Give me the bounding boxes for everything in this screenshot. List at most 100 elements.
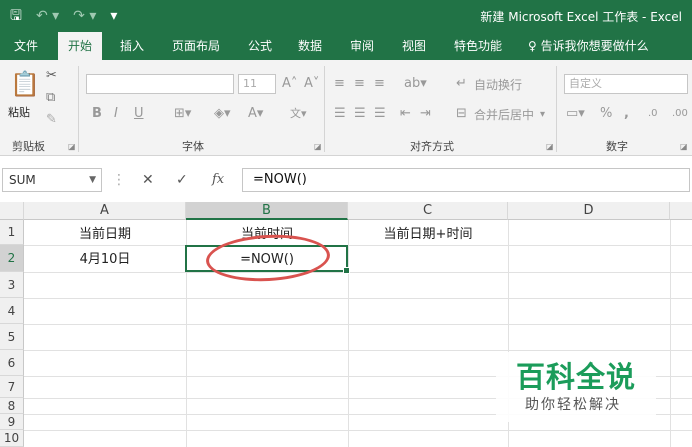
font-launcher-icon[interactable]: ◪	[314, 142, 322, 151]
tab-insert[interactable]: 插入	[112, 32, 152, 60]
redo-icon[interactable]: ↷ ▾	[73, 6, 96, 26]
row-header-4[interactable]: 4	[0, 298, 24, 324]
quick-access-toolbar: 🖫 ↶ ▾ ↷ ▾ ▾	[10, 6, 117, 26]
more-icon: ⋮	[112, 172, 126, 188]
watermark-title: 百科全说	[516, 360, 637, 394]
number-launcher-icon[interactable]: ◪	[680, 142, 688, 151]
row-header-8[interactable]: 8	[0, 398, 24, 414]
divider	[324, 66, 325, 152]
title-bar: 🖫 ↶ ▾ ↷ ▾ ▾ 新建 Microsoft Excel 工作表 - Exc…	[0, 0, 692, 32]
cut-icon[interactable]: ✂	[46, 68, 57, 84]
orientation-icon[interactable]: ab▾	[404, 76, 427, 92]
bold-button[interactable]: B	[92, 106, 102, 122]
enter-button[interactable]: ✓	[176, 170, 188, 190]
fill-color-icon[interactable]: ◈▾	[214, 106, 231, 122]
name-box[interactable]: SUM ▼	[2, 168, 102, 192]
save-icon[interactable]: 🖫	[10, 6, 22, 26]
row-header-6[interactable]: 6	[0, 350, 24, 376]
accounting-format-icon[interactable]: ▭▾	[566, 106, 585, 122]
percent-button[interactable]: %	[600, 106, 612, 122]
decrease-indent-icon[interactable]: ⇤	[400, 106, 411, 122]
clipboard-group-label: 剪贴板	[12, 140, 45, 153]
border-icon[interactable]: ⊞▾	[174, 106, 191, 122]
row-header-2[interactable]: 2	[0, 245, 24, 272]
row-header-10[interactable]: 10	[0, 430, 24, 447]
row-header-3[interactable]: 3	[0, 272, 24, 298]
align-left-icon[interactable]: ☰	[334, 106, 346, 122]
wrap-text-icon[interactable]: ↵	[456, 76, 467, 92]
increase-indent-icon[interactable]: ⇥	[420, 106, 431, 122]
paste-button[interactable]: 粘贴	[8, 104, 30, 120]
gridline	[670, 220, 671, 447]
cell-a1[interactable]: 当前日期	[24, 222, 186, 247]
undo-icon[interactable]: ↶ ▾	[36, 6, 59, 26]
comma-button[interactable]: ,	[624, 106, 629, 122]
phonetic-icon[interactable]: 文▾	[290, 106, 307, 122]
qat-dropdown-icon[interactable]: ▾	[110, 6, 117, 26]
alignment-launcher-icon[interactable]: ◪	[546, 142, 554, 151]
decrease-font-icon[interactable]: A˅	[304, 76, 319, 92]
font-color-icon[interactable]: A▾	[248, 106, 263, 122]
font-name-dropdown[interactable]	[86, 74, 234, 94]
column-header-e[interactable]	[670, 202, 692, 220]
tab-page-layout[interactable]: 页面布局	[164, 32, 228, 60]
formula-input[interactable]: =NOW()	[242, 168, 690, 192]
font-size-dropdown[interactable]: 11	[238, 74, 276, 94]
paste-icon[interactable]: 📋	[10, 70, 40, 98]
merge-center-button[interactable]: 合并后居中	[474, 107, 534, 123]
divider	[556, 66, 557, 152]
row-header-7[interactable]: 7	[0, 376, 24, 398]
number-group-label: 数字	[606, 140, 628, 153]
gridline	[348, 220, 349, 447]
select-all-corner[interactable]	[0, 202, 24, 220]
tab-formulas[interactable]: 公式	[240, 32, 280, 60]
gridline	[24, 430, 692, 431]
copy-icon[interactable]: ⧉	[46, 90, 55, 106]
clipboard-launcher-icon[interactable]: ◪	[68, 142, 76, 151]
row-header-1[interactable]: 1	[0, 220, 24, 245]
align-middle-icon[interactable]: ≡	[354, 76, 365, 92]
column-header-a[interactable]: A	[24, 202, 186, 220]
column-header-c[interactable]: C	[348, 202, 508, 220]
tab-special[interactable]: 特色功能	[446, 32, 510, 60]
merge-center-icon[interactable]: ⊟	[456, 106, 467, 122]
align-right-icon[interactable]: ☰	[374, 106, 386, 122]
name-box-value: SUM	[9, 173, 36, 187]
increase-decimal-icon[interactable]: .0	[648, 106, 658, 122]
watermark-subtitle: 助你轻松解决	[525, 397, 621, 413]
tab-data[interactable]: 数据	[290, 32, 330, 60]
gridline	[24, 272, 692, 273]
insert-function-button[interactable]: fx	[212, 170, 224, 190]
increase-font-icon[interactable]: A˄	[282, 76, 297, 92]
tell-me-search[interactable]: ♀ 告诉我你想要做什么	[528, 32, 649, 60]
tab-view[interactable]: 视图	[394, 32, 434, 60]
cell-c1[interactable]: 当前日期+时间	[348, 222, 508, 247]
italic-button[interactable]: I	[114, 106, 118, 122]
align-center-icon[interactable]: ☰	[354, 106, 366, 122]
tab-file[interactable]: 文件	[6, 32, 46, 60]
cell-a2[interactable]: 4月10日	[24, 247, 186, 272]
row-header-5[interactable]: 5	[0, 324, 24, 350]
row-header-9[interactable]: 9	[0, 414, 24, 430]
wrap-text-button[interactable]: 自动换行	[474, 77, 522, 93]
align-bottom-icon[interactable]: ≡	[374, 76, 385, 92]
column-header-d[interactable]: D	[508, 202, 670, 220]
decrease-decimal-icon[interactable]: .00	[672, 106, 688, 122]
merge-dropdown-icon[interactable]: ▾	[540, 107, 545, 123]
font-group-label: 字体	[182, 140, 204, 153]
tab-home[interactable]: 开始	[58, 32, 103, 60]
align-top-icon[interactable]: ≡	[334, 76, 345, 92]
divider	[78, 66, 79, 152]
underline-button[interactable]: U	[134, 106, 144, 122]
column-header-b[interactable]: B	[186, 202, 348, 220]
number-format-dropdown[interactable]: 自定义	[564, 74, 688, 94]
tab-review[interactable]: 审阅	[342, 32, 382, 60]
ribbon-home: 📋 粘贴 ✂ ⧉ ✎ 剪贴板 ◪ 11 A˄ A˅ B I U ⊞▾ ◈▾ A▾…	[0, 60, 692, 156]
format-painter-icon[interactable]: ✎	[46, 112, 57, 128]
alignment-group-label: 对齐方式	[410, 140, 454, 153]
cancel-button[interactable]: ✕	[142, 170, 154, 190]
gridline	[24, 298, 692, 299]
ribbon-tabs: 文件 开始 插入 页面布局 公式 数据 审阅 视图 特色功能 ♀ 告诉我你想要做…	[0, 32, 692, 60]
watermark-logo: 百科全说 助你轻松解决	[496, 352, 656, 422]
chevron-down-icon[interactable]: ▼	[89, 169, 96, 191]
